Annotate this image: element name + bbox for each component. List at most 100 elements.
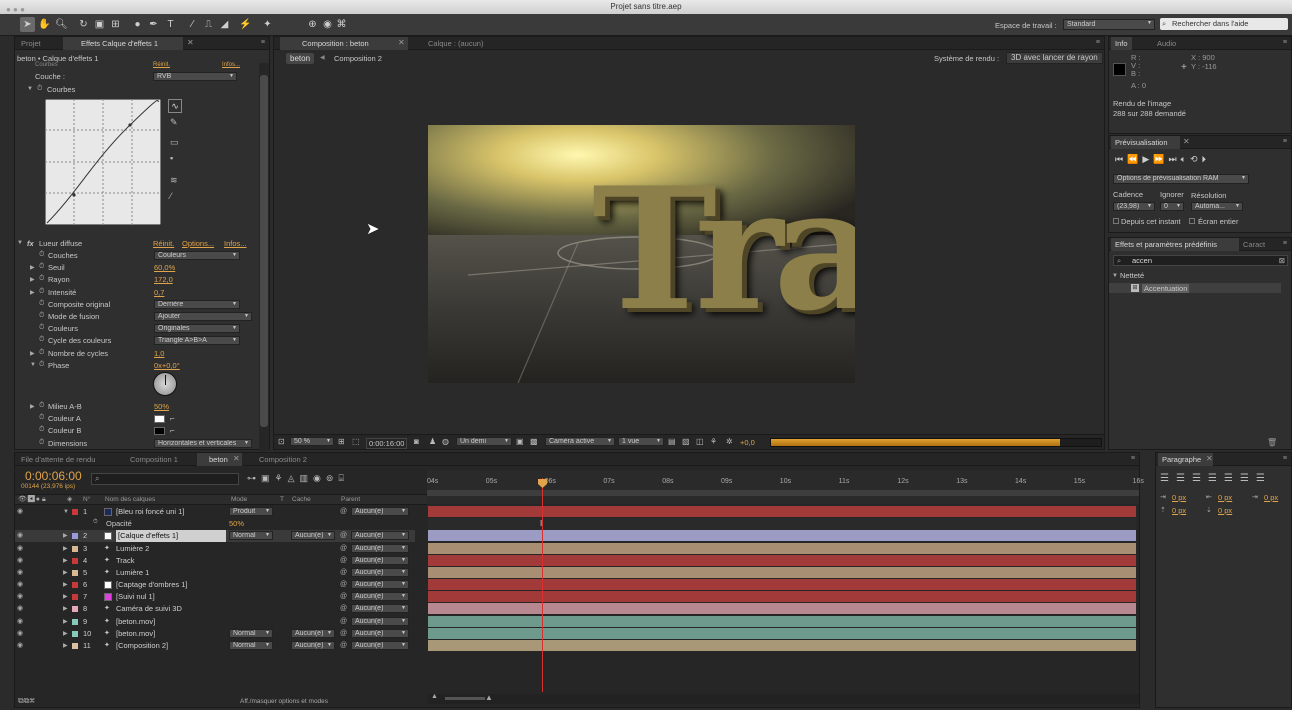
expand-icon[interactable]: ▶ (30, 289, 35, 296)
stopwatch-icon[interactable]: ⏱ (39, 324, 44, 332)
effect-item-row[interactable]: ⊞ Accentuation (1109, 283, 1281, 293)
fx-icon[interactable]: fx (27, 239, 34, 248)
eyedropper-icon[interactable]: ⌐ (170, 426, 175, 435)
tab-composition-1[interactable]: Composition 1 (118, 453, 182, 466)
label-color-swatch[interactable] (72, 509, 78, 515)
tab-render-queue[interactable]: File d'attente de rendu (17, 453, 99, 466)
pan-behind-tool-icon[interactable]: ⊞ (108, 17, 123, 32)
transparency-grid-icon[interactable]: ▩ (530, 437, 538, 446)
space-before-value[interactable]: 0 px (1172, 506, 1186, 515)
stopwatch-icon[interactable]: ⏱ (39, 288, 44, 296)
shy-layers-icon[interactable]: ◬ (288, 473, 300, 483)
timeline-icon[interactable]: ◫ (696, 437, 704, 446)
tab-info[interactable]: Info (1111, 37, 1132, 50)
table-row[interactable]: ◉ ▶ 7 [Suivi nul 1] @ Aucun(e) (15, 591, 415, 603)
pen-tool-icon[interactable]: ✒ (146, 17, 161, 32)
justify-left-icon[interactable]: ☰ (1208, 473, 1224, 484)
align-right-icon[interactable]: ☰ (1192, 473, 1208, 484)
parent-select[interactable]: Aucun(e) (351, 556, 409, 565)
opacity-value[interactable]: 50% (229, 519, 244, 528)
curves-expand-icon[interactable]: ▼ (27, 86, 33, 92)
color-swatch[interactable] (154, 415, 165, 424)
layer-duration-bar[interactable] (428, 591, 1136, 602)
panel-menu-icon[interactable]: ≡ (1283, 138, 1287, 145)
panel-menu-icon[interactable]: ≡ (1096, 39, 1100, 46)
pickwhip-icon[interactable]: @ (340, 530, 347, 542)
parent-select[interactable]: Aucun(e) (351, 531, 409, 540)
table-row[interactable]: ◉ ▶ 11 ✦ [Composition 2] Normal Aucun(e) @ Aucun… (15, 640, 415, 652)
timeline-zoom-bar[interactable]: ▲ ▲ (427, 693, 1139, 704)
comp-mini-flowchart-icon[interactable]: ⊶ (247, 473, 261, 483)
zoom-in-icon[interactable]: ▲ (485, 693, 493, 702)
layer-duration-bar[interactable] (428, 555, 1136, 566)
label-color-swatch[interactable] (72, 594, 78, 600)
label-color-swatch[interactable] (72, 533, 78, 539)
panel-menu-icon[interactable]: ≡ (261, 39, 265, 46)
expand-icon[interactable]: ▶ (63, 628, 68, 640)
panel-menu-icon[interactable]: ≡ (1283, 455, 1287, 462)
opacity-keyframe-track[interactable] (428, 518, 1136, 530)
property-select[interactable]: Originales (154, 324, 240, 334)
visibility-icon[interactable]: ◉ (17, 579, 23, 591)
panel-menu-icon[interactable]: ≡ (1131, 455, 1135, 462)
zoom-select[interactable]: 50 % (290, 437, 334, 446)
exposure-icon[interactable]: ✲ (726, 437, 733, 446)
trash-icon[interactable]: 🗑︎ (1267, 438, 1277, 447)
layer-name[interactable]: Lumière 2 (116, 543, 149, 555)
expand-icon[interactable]: ▶ (63, 530, 68, 542)
table-row[interactable]: ◉ ▶ 10 ✦ [beton.mov] Normal Aucun(e) @ Aucun(e) (15, 628, 415, 640)
property-select[interactable]: Horizontales et verticales (154, 438, 252, 448)
visibility-icon[interactable]: ◉ (17, 555, 23, 567)
label-color-swatch[interactable] (72, 606, 78, 612)
draft-3d-icon[interactable]: ⚘ (275, 473, 288, 483)
layer-duration-bar[interactable] (428, 616, 1136, 627)
parent-select[interactable]: Aucun(e) (351, 544, 409, 553)
layer-name[interactable]: [Composition 2] (116, 640, 168, 652)
table-row[interactable]: ◉ ▶ 9 ✦ [beton.mov] @ Aucun(e) (15, 616, 415, 628)
curves-reset-link[interactable]: Réinit. (153, 62, 170, 68)
frame-blending-icon[interactable]: ▥ (300, 473, 314, 483)
blend-mode-select[interactable]: Normal (229, 641, 273, 650)
trackmatte-select[interactable]: Aucun(e) (291, 531, 335, 540)
timeline-search-input[interactable]: ⌕ (91, 473, 239, 485)
close-icon[interactable]: ✕ (1206, 454, 1213, 463)
visibility-icon[interactable]: ◉ (17, 567, 23, 579)
table-row[interactable]: ◉ ▼ 1 [Bleu roi foncé uni 1] Produit @ Aucun(e… (15, 506, 415, 518)
expand-icon[interactable]: ▶ (30, 350, 35, 357)
expand-icon[interactable]: ▶ (30, 403, 35, 410)
stopwatch-icon[interactable]: ⏱ (39, 263, 44, 271)
previous-frame-icon[interactable]: ⏪ (1127, 154, 1142, 164)
layer-duration-bar[interactable] (428, 640, 1136, 651)
cadence-select[interactable]: (23,98) (1113, 202, 1155, 211)
tab-effects-presets[interactable]: Effets et paramètres prédéfinis (1111, 238, 1239, 251)
tab-preview[interactable]: Prévisualisation (1111, 136, 1180, 149)
tab-layer-none[interactable]: Calque : (aucun) (424, 37, 487, 50)
layer-duration-bar[interactable] (428, 628, 1136, 639)
camera-select[interactable]: Caméra active (545, 437, 615, 446)
time-ruler[interactable] (427, 470, 1139, 504)
layer-duration-bar[interactable] (428, 567, 1136, 578)
timeline-current-time[interactable]: 0:00:06:00 (25, 469, 82, 483)
effects-search-input[interactable]: ⌕ accen ⊠ (1113, 255, 1288, 266)
layer-name[interactable]: [beton.mov] (116, 616, 155, 628)
close-icon[interactable]: ✕ (187, 38, 194, 47)
expand-icon[interactable]: ▶ (63, 640, 68, 652)
label-color-swatch[interactable] (72, 558, 78, 564)
pickwhip-icon[interactable]: @ (340, 506, 347, 518)
trackmatte-select[interactable]: Aucun(e) (291, 641, 335, 650)
visibility-icon[interactable]: ◉ (17, 543, 23, 555)
parent-select[interactable]: Aucun(e) (351, 580, 409, 589)
stopwatch-icon[interactable]: ⏱ (39, 251, 44, 259)
layer-name[interactable]: Lumière 1 (116, 567, 149, 579)
property-select[interactable]: Ajouter (154, 312, 252, 321)
align-center-icon[interactable]: ☰ (1176, 473, 1192, 484)
from-current-checkbox[interactable] (1113, 218, 1119, 224)
region-icon[interactable]: ⬚ (352, 437, 360, 446)
camera-tool-icon[interactable]: ▣ (92, 17, 107, 32)
expand-icon[interactable]: ▼ (30, 362, 36, 368)
text-tool-icon[interactable]: T (163, 17, 178, 32)
property-value[interactable]: 1,0 (154, 349, 164, 358)
blend-mode-select[interactable]: Produit (229, 507, 273, 516)
visibility-icon[interactable]: ◉ (17, 591, 23, 603)
expand-icon[interactable]: ▶ (63, 543, 68, 555)
